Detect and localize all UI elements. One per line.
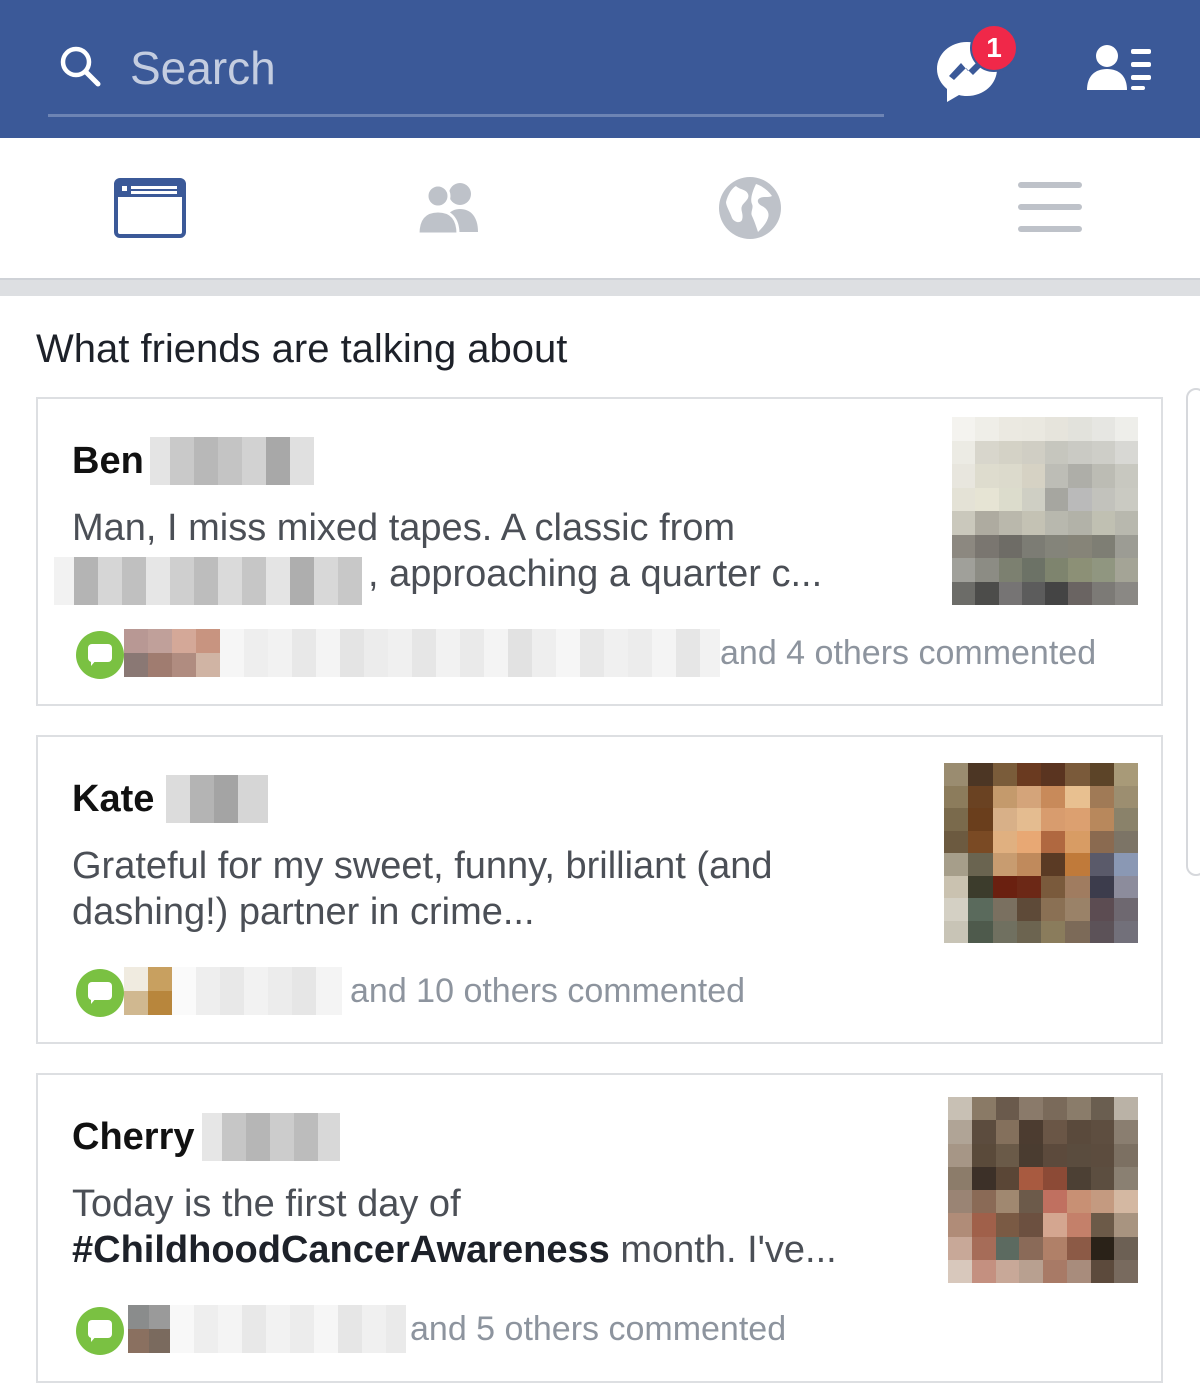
redacted-text <box>54 557 366 605</box>
tab-menu[interactable] <box>900 138 1200 278</box>
commented-count: and 5 others commented <box>410 1310 787 1348</box>
commenter-avatar <box>128 1305 170 1353</box>
comment-icon <box>76 631 124 679</box>
commented-count: and 4 others commented <box>720 634 1097 672</box>
scrollbar[interactable] <box>1186 388 1200 876</box>
post-text-line: Today is the first day of <box>72 1183 461 1225</box>
post-author: Cherry <box>72 1116 195 1158</box>
search-input[interactable]: Search <box>48 30 884 117</box>
post-thumbnail <box>952 417 1138 605</box>
post-text-rest: month. I've... <box>609 1229 837 1271</box>
friends-icon <box>416 183 478 236</box>
post-thumbnail <box>944 763 1138 943</box>
redacted-names <box>170 1305 406 1353</box>
news-feed-icon <box>114 178 186 238</box>
tab-bar <box>0 138 1200 278</box>
tab-news-feed[interactable] <box>0 138 300 278</box>
post-author: Ben <box>72 440 144 482</box>
post-text: Today is the first day of #ChildhoodCanc… <box>72 1181 872 1273</box>
friend-requests-button[interactable] <box>1085 42 1155 94</box>
post-author: Kate <box>72 778 155 820</box>
post-card[interactable]: Ben Man, I miss mixed tapes. A classic f… <box>36 397 1163 706</box>
tab-notifications[interactable] <box>600 138 900 278</box>
comment-icon <box>76 1307 124 1355</box>
post-text-line: Grateful for my sweet, funny, brilliant … <box>72 845 773 887</box>
commenter-avatar <box>124 967 172 1015</box>
friend-requests-icon <box>1087 45 1151 90</box>
comment-icon <box>76 969 124 1017</box>
tab-friends[interactable] <box>300 138 600 278</box>
redacted-names <box>220 629 720 677</box>
top-bar: Search 1 <box>0 0 1200 138</box>
redacted-name <box>202 1113 340 1161</box>
post-card[interactable]: Cherry Today is the first day of #Childh… <box>36 1073 1163 1383</box>
section-title: What friends are talking about <box>36 327 568 371</box>
commented-count: and 10 others commented <box>350 972 746 1010</box>
commenter-avatar <box>124 629 220 677</box>
menu-icon <box>1018 182 1082 232</box>
section-divider <box>0 278 1200 296</box>
redacted-name <box>166 775 268 823</box>
messenger-badge: 1 <box>970 24 1018 72</box>
search-placeholder: Search <box>130 42 276 94</box>
redacted-names <box>172 967 342 1015</box>
redacted-name <box>150 437 314 485</box>
post-card[interactable]: Kate Grateful for my sweet, funny, brill… <box>36 735 1163 1044</box>
post-text-line: Man, I miss mixed tapes. A classic from <box>72 507 736 549</box>
hashtag-link[interactable]: #ChildhoodCancerAwareness <box>72 1229 610 1271</box>
post-text: Grateful for my sweet, funny, brilliant … <box>72 843 872 935</box>
globe-icon <box>719 177 781 239</box>
post-text-line: #ChildhoodCancerAwareness month. I've... <box>72 1227 872 1273</box>
post-thumbnail <box>948 1097 1138 1283</box>
search-icon <box>60 46 101 87</box>
post-text-line: dashing!) partner in crime... <box>72 891 535 933</box>
